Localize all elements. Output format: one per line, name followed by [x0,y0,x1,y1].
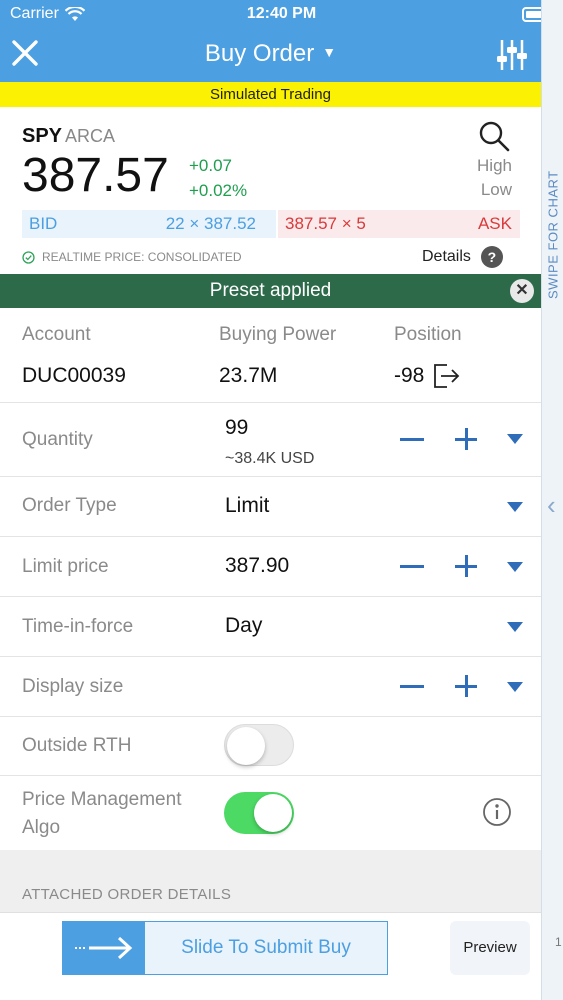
buying-power-value: 23.7M [219,364,278,387]
price-mgmt-toggle[interactable] [224,792,294,834]
bid-label: BID [29,214,58,233]
position-label: Position [394,324,462,345]
chevron-down-icon: ▼ [322,44,337,60]
chevron-left-icon[interactable]: ‹ [547,490,556,521]
dropdown-icon[interactable] [507,502,523,512]
exit-position-icon[interactable] [433,363,461,389]
price-mgmt-label-1: Price Management [22,789,182,810]
minus-icon[interactable] [400,438,424,441]
high-label: High [477,156,512,175]
close-circle-icon[interactable]: ✕ [510,279,534,303]
swipe-for-chart-label: SWIPE FOR CHART [545,170,561,300]
preview-button[interactable]: Preview [450,921,530,975]
quantity-label: Quantity [22,429,93,450]
divider [0,476,541,477]
attached-order-section: ATTACHED ORDER DETAILS [0,850,541,912]
limit-price-value[interactable]: 387.90 [225,554,289,578]
account-label: Account [22,324,91,345]
sliders-icon[interactable] [496,38,528,72]
ask-value: 387.57 × 5 [285,214,366,233]
price-change-pct: +0.02% [189,181,248,200]
price-change: +0.07 [189,156,233,175]
slide-label: Slide To Submit Buy [181,937,351,958]
symbol-label: SPY [22,125,63,147]
plus-icon[interactable] [455,675,477,697]
dropdown-icon[interactable] [507,562,523,572]
bid-box[interactable]: BID 22 × 387.52 [22,210,276,238]
position-value: -98 [394,364,425,387]
minus-icon[interactable] [400,565,424,568]
toggle-knob [254,794,292,832]
tif-label: Time-in-force [22,616,134,637]
divider [0,656,541,657]
side-value: 1 [555,935,562,949]
divider [0,402,541,403]
ask-label: ASK [477,214,512,233]
last-price: 387.57 [22,149,169,202]
realtime-label: REALTIME PRICE: CONSOLIDATED [42,250,242,264]
order-type-value[interactable]: Limit [225,494,269,518]
ask-box[interactable]: 387.57 × 5 ASK [278,210,520,238]
account-value[interactable]: DUC00039 [22,364,126,388]
tif-value[interactable]: Day [225,614,262,638]
low-label: Low [480,180,512,199]
search-icon[interactable] [478,120,510,152]
details-button[interactable]: Details ? [422,246,503,268]
preset-applied-banner: Preset applied [0,274,541,308]
simulated-trading-banner: Simulated Trading [0,82,541,107]
buying-power-label: Buying Power [219,324,337,345]
page-title[interactable]: Buy Order ▼ [0,40,541,68]
divider [0,716,541,717]
outside-rth-toggle[interactable] [224,724,294,766]
slider-thumb[interactable] [63,922,145,974]
realtime-price-note: REALTIME PRICE: CONSOLIDATED [22,250,242,264]
order-screen: Carrier 12:40 PM Buy Order ▼ Simulated Tr… [0,0,563,1000]
price-mgmt-label-2: Algo [22,817,61,838]
quantity-usd: ~38.4K USD [225,450,315,467]
symbol[interactable]: SPY ARCA [22,125,115,148]
details-label: Details [422,248,471,265]
outside-rth-label: Outside RTH [22,735,132,756]
divider [0,596,541,597]
quantity-value[interactable]: 99 [225,416,248,440]
limit-price-label: Limit price [22,556,109,577]
info-icon[interactable] [482,797,512,827]
title-label: Buy Order [204,40,315,67]
divider [0,536,541,537]
order-type-label: Order Type [22,495,117,516]
clock: 12:40 PM [246,5,317,22]
minus-icon[interactable] [400,685,424,688]
dropdown-icon[interactable] [507,682,523,692]
arrow-right-icon [75,936,133,960]
status-bar: Carrier 12:40 PM [0,0,563,30]
help-icon: ? [480,246,503,268]
exchange-label: ARCA [65,126,116,146]
attached-order-heading: ATTACHED ORDER DETAILS [22,886,232,903]
display-size-label: Display size [22,676,124,697]
plus-icon[interactable] [455,555,477,577]
dropdown-icon[interactable] [507,434,523,444]
bid-value: 22 × 387.52 [165,214,256,233]
plus-icon[interactable] [455,428,477,450]
check-circle-icon [22,250,35,264]
divider [0,775,541,776]
chart-swipe-panel[interactable]: SWIPE FOR CHART ‹ 1 [541,0,563,1000]
dropdown-icon[interactable] [507,622,523,632]
toggle-knob [227,727,265,765]
slide-to-submit[interactable]: Slide To Submit Buy [62,921,388,975]
